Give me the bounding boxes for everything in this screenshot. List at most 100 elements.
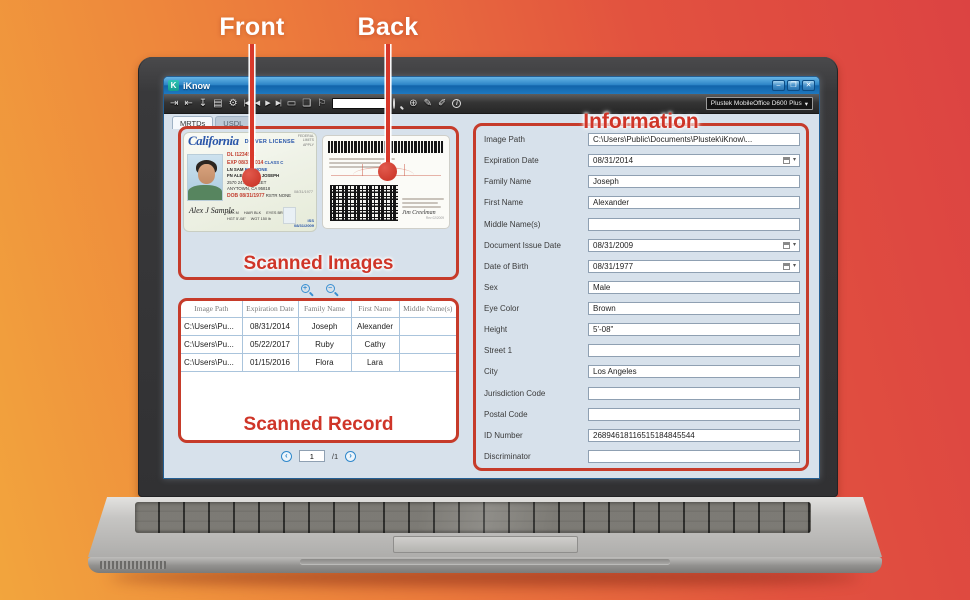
street1-input[interactable] [588,344,800,358]
text-line-decor [402,206,441,208]
iknow-window: K iKnow – ❐ ✕ ⇥ ⇤ ↧ ▤ ⚙ |◀ ◀ ▶ ▶| ▭ ❏ ⚐ … [163,76,820,479]
column-header: First Name [351,301,400,318]
family-name-input[interactable] [588,175,800,189]
search-icon[interactable] [393,97,403,109]
page-total-label: /1 [331,451,339,461]
table-cell: Alexander [351,317,400,336]
export-icon[interactable]: ⇥ [170,98,178,109]
field-row: Jurisdiction Code [484,386,800,400]
image-path-input[interactable] [588,133,800,146]
field-label: Postal Code [484,409,528,419]
field-label: Expiration Date [484,156,539,166]
height-label: HGT 5'-08" [227,216,246,221]
settings-gear-icon[interactable]: ⚙ [229,98,238,109]
hair-label: HAIR BLK [243,210,262,215]
field-row: Postal Code [484,407,800,421]
front-callout-label: Front [219,13,285,41]
calendar-icon[interactable] [783,241,796,249]
page-number-input[interactable] [298,450,325,462]
next-page-button[interactable]: › [345,450,357,462]
sex-input[interactable] [588,280,800,294]
scanner-selector[interactable]: Plustek MobileOffice D600 Plus ▾ [705,97,813,110]
information-caption: Information [583,110,699,133]
rstr-label: RSTR NONE [265,192,292,198]
class-label: CLASS C [264,159,284,165]
table-row[interactable]: C:\Users\Pu... 05/22/2017 Ruby Cathy [181,335,456,354]
jurisdiction-code-input[interactable] [588,386,800,400]
table-cell [399,317,456,336]
delete-icon[interactable]: ▤ [213,98,222,109]
minimize-button[interactable]: – [772,80,785,91]
keyboard [135,502,811,533]
search-input[interactable] [332,98,388,109]
column-header: Middle Name(s) [399,301,456,318]
document-issue-date-input[interactable] [588,238,800,252]
back-pointer-line [386,44,390,164]
id-number-input[interactable] [588,428,800,442]
trackpad [393,536,578,553]
chevron-down-icon: ▾ [804,100,808,108]
column-header: Family Name [298,301,352,318]
background: K iKnow – ❐ ✕ ⇥ ⇤ ↧ ▤ ⚙ |◀ ◀ ▶ ▶| ▭ ❏ ⚐ … [0,0,970,600]
table-row[interactable]: C:\Users\Pu... 01/15/2016 Flora Lara [181,353,456,372]
field-label: Middle Name(s) [484,219,541,229]
zoom-controls: + − [178,281,459,297]
eye-color-input[interactable] [588,302,800,315]
scanned-record-panel: Image Path Expiration Date Family Name F… [178,298,459,443]
eraser-icon[interactable]: ✐ [438,98,446,109]
column-header: Expiration Date [242,301,299,318]
save-icon[interactable]: ↧ [199,98,207,109]
table-cell: Flora [298,353,352,372]
first-record-icon[interactable]: |◀ [244,100,250,107]
field-label: Sex [484,282,498,292]
front-marker-dot [242,168,261,187]
zoom-in-button[interactable]: + [300,283,312,295]
titlebar: K iKnow – ❐ ✕ [164,77,819,94]
zoom-out-button[interactable]: − [325,283,337,295]
date-of-birth-input[interactable] [588,259,800,273]
expiration-date-input[interactable] [588,154,800,168]
table-cell: Ruby [298,335,352,354]
folder-icon[interactable]: ▭ [287,98,296,109]
edit-record-icon[interactable]: ✎ [424,98,432,109]
federal-limits-label: FEDERAL LIMITS APPLY [297,134,314,147]
first-name-input[interactable] [588,196,800,210]
information-fields: Image Path Expiration Date Family Name F… [484,133,800,463]
table-cell [399,353,456,372]
calendar-icon[interactable] [783,156,796,165]
license-attributes: SEX M HAIR BLK EYES BRN HGT 5'-08" WGT 1… [227,210,289,222]
restore-button[interactable]: ❐ [787,80,800,91]
field-label: ID Number [484,430,523,440]
previous-record-icon[interactable]: ◀ [255,100,260,107]
postal-code-input[interactable] [588,407,800,421]
next-record-icon[interactable]: ▶ [265,100,270,107]
target-icon[interactable]: ⊕ [409,98,417,109]
calendar-icon[interactable] [783,262,796,270]
table-cell: C:\Users\Pu... [181,353,243,372]
discriminator-input[interactable] [588,449,800,463]
field-row: Middle Name(s) [484,217,800,231]
height-input[interactable] [588,323,800,337]
field-row: Eye Color [484,302,800,315]
city-input[interactable] [588,365,800,379]
import-icon[interactable]: ⇤ [184,98,192,109]
tag-icon[interactable]: ⚐ [317,98,326,109]
back-marker-dot [378,162,397,181]
middle-names-input[interactable] [588,217,800,231]
column-header: Image Path [181,301,243,318]
info-icon[interactable]: i [452,99,462,108]
last-name: LN SAM [227,167,244,172]
laptop-front-lip [88,557,882,573]
table-row[interactable]: C:\Users\Pu... 08/31/2014 Joseph Alexand… [181,317,456,336]
last-record-icon[interactable]: ▶| [276,100,282,107]
information-panel: Information Image Path Expiration Date F… [473,110,809,471]
field-row: Date of Birth [484,259,800,273]
back-callout-label: Back [357,13,419,41]
dl-number: DL I1234562 [227,152,256,158]
copy-icon[interactable]: ❏ [302,98,311,109]
field-label: Family Name [484,177,532,187]
table-cell: Lara [351,353,400,372]
close-button[interactable]: ✕ [802,80,815,91]
prev-page-button[interactable]: ‹ [280,450,292,462]
sex-label: SEX M [227,210,239,215]
